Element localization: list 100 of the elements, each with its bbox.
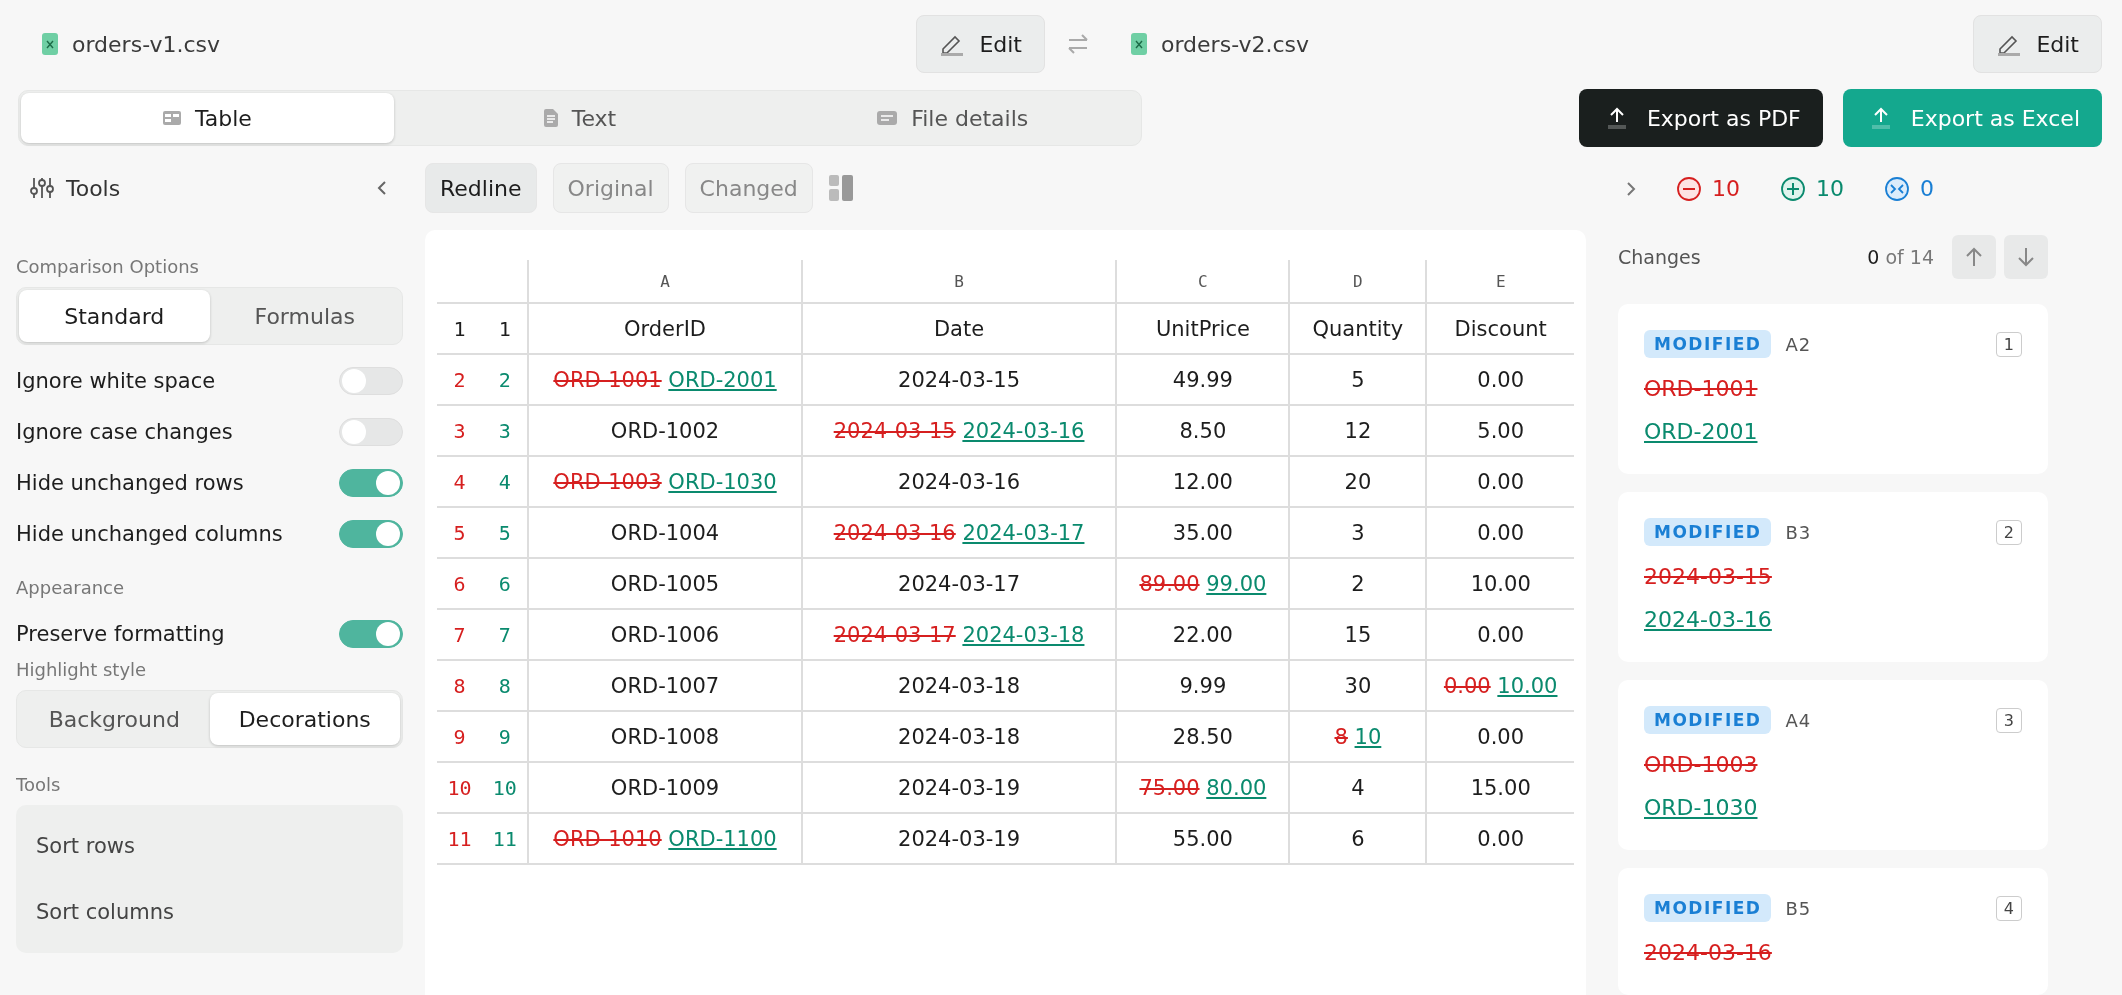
comparison-mode-option[interactable]: Standard — [19, 290, 210, 342]
section-label: Comparison Options — [16, 256, 200, 277]
option-label: Ignore white space — [16, 368, 217, 393]
column-letter: D — [1289, 260, 1427, 303]
row-number: 7 — [437, 609, 483, 660]
table-cell: 0.00 — [1426, 507, 1574, 558]
collapse-chevron-icon[interactable] — [377, 180, 387, 196]
edit-button[interactable]: Edit — [916, 15, 1045, 73]
change-number: 4 — [1995, 895, 2022, 921]
tools-title: Tools — [66, 175, 122, 201]
table-cell: 30 — [1289, 660, 1427, 711]
changed-cell: 2024-03-15 2024-03-16 — [801, 405, 1117, 456]
layout-icon[interactable] — [828, 175, 853, 201]
table-cell: 2024-03-19 — [801, 762, 1117, 813]
toggle-switch[interactable] — [339, 519, 403, 548]
table-cell: 2024-03-18 — [801, 660, 1117, 711]
table-cell: 12 — [1289, 405, 1427, 456]
row-number: 8 — [437, 660, 483, 711]
change-card[interactable]: MODIFIED B3 2 2024-03-15 2024-03-16 — [1618, 492, 2048, 662]
document-icon — [543, 109, 558, 127]
change-kind-badge: MODIFIED — [1644, 330, 1772, 358]
table-cell: 5 — [1289, 354, 1427, 405]
view-tab[interactable]: Text — [393, 93, 767, 143]
next-change-button[interactable] — [2004, 234, 2048, 279]
highlight-style-option[interactable]: Background — [19, 693, 210, 745]
table-cell: 55.00 — [1116, 813, 1290, 864]
section-label: Appearance — [16, 577, 126, 598]
table-cell: ORD-1008 — [528, 711, 802, 762]
change-number: 3 — [1995, 707, 2022, 733]
changed-cell: 0.00 10.00 — [1426, 660, 1574, 711]
table-cell: ORD-1002 — [528, 405, 802, 456]
toggle-switch[interactable] — [339, 468, 403, 497]
column-letter: B — [801, 260, 1117, 303]
change-kind-badge: MODIFIED — [1644, 518, 1772, 546]
cell-reference: A4 — [1785, 709, 1813, 731]
row-number: 10 — [482, 762, 529, 813]
change-card[interactable]: MODIFIED B5 4 2024-03-16 — [1618, 868, 2048, 995]
table-cell: 2024-03-15 — [801, 354, 1117, 405]
table-cell: ORD-1006 — [528, 609, 802, 660]
toggle-switch[interactable] — [339, 619, 403, 648]
change-card[interactable]: MODIFIED A4 3 ORD-1003 ORD-1030 — [1618, 680, 2048, 850]
option-label: Preserve formatting — [16, 621, 226, 646]
table-cell: 22.00 — [1116, 609, 1290, 660]
table-cell: Discount — [1426, 303, 1574, 354]
column-letter: E — [1426, 260, 1574, 303]
table-cell: ORD-1007 — [528, 660, 802, 711]
previous-change-button[interactable] — [1952, 234, 1996, 279]
old-value: ORD-1003 — [1644, 752, 1758, 777]
table-cell: 28.50 — [1116, 711, 1290, 762]
modified-count: 0 — [1920, 176, 1934, 202]
tool-item[interactable]: Sort columns — [16, 879, 403, 945]
section-label: Highlight style — [16, 659, 148, 680]
table-cell: 49.99 — [1116, 354, 1290, 405]
column-letter: C — [1116, 260, 1290, 303]
table-cell: 4 — [1289, 762, 1427, 813]
table-cell: ORD-1009 — [528, 762, 802, 813]
view-tab[interactable]: Table — [21, 93, 394, 143]
highlight-style-option[interactable]: Decorations — [209, 693, 400, 745]
table-icon — [162, 111, 181, 125]
edit-button[interactable]: Edit — [1973, 15, 2102, 73]
added-count: 10 — [1816, 176, 1844, 202]
row-number: 2 — [482, 354, 529, 405]
option-label: Hide unchanged rows — [16, 470, 245, 495]
row-number: 6 — [437, 558, 483, 609]
changed-cell: ORD-1001 ORD-2001 — [528, 354, 802, 405]
row-number: 5 — [437, 507, 483, 558]
row-number: 1 — [437, 303, 483, 354]
change-card[interactable]: MODIFIED A2 1 ORD-1001 ORD-2001 — [1618, 304, 2048, 474]
table-cell: 10.00 — [1426, 558, 1574, 609]
modified-circle-icon — [1884, 175, 1910, 202]
table-cell: ORD-1005 — [528, 558, 802, 609]
column-letter: A — [528, 260, 802, 303]
table-cell: 2024-03-16 — [801, 456, 1117, 507]
table-cell: 6 — [1289, 813, 1427, 864]
table-cell: 0.00 — [1426, 456, 1574, 507]
table-cell: 5.00 — [1426, 405, 1574, 456]
row-number: 9 — [437, 711, 483, 762]
tool-item[interactable]: Sort rows — [16, 813, 403, 879]
change-kind-badge: MODIFIED — [1644, 706, 1772, 734]
row-number: 4 — [482, 456, 529, 507]
table-cell: 2 — [1289, 558, 1427, 609]
option-label: Ignore case changes — [16, 419, 234, 444]
comparison-mode-option[interactable]: Formulas — [209, 290, 400, 342]
row-number: 7 — [482, 609, 529, 660]
change-position: 0 of 14 — [1867, 245, 1934, 268]
file-name: orders-v1.csv — [72, 31, 221, 57]
plus-circle-icon — [1780, 175, 1806, 202]
view-mode-button[interactable]: Redline — [425, 163, 537, 213]
view-tab[interactable]: File details — [766, 93, 1139, 143]
table-cell: 0.00 — [1426, 354, 1574, 405]
table-cell: 8.50 — [1116, 405, 1290, 456]
table-cell: 15 — [1289, 609, 1427, 660]
new-value: ORD-1030 — [1644, 795, 1758, 820]
table-cell: 15.00 — [1426, 762, 1574, 813]
change-number: 1 — [1995, 331, 2022, 357]
export-button[interactable]: Export as PDF — [1578, 89, 1823, 147]
cell-reference: A2 — [1785, 333, 1813, 355]
removed-count: 10 — [1712, 176, 1740, 202]
expand-chevron-icon[interactable] — [1626, 180, 1636, 197]
table-cell: Quantity — [1289, 303, 1427, 354]
